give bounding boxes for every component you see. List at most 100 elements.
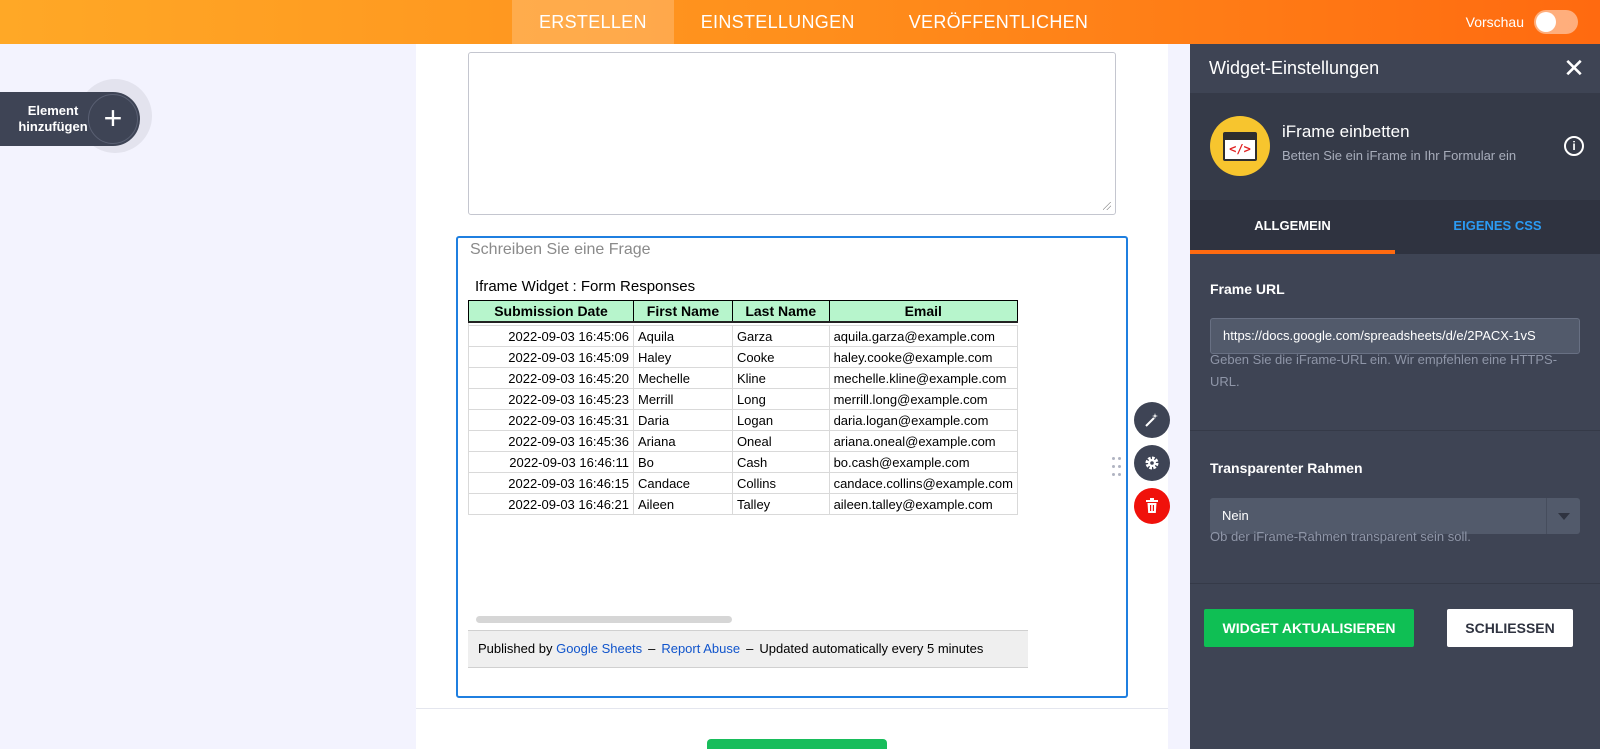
add-element-button[interactable]: Element hinzufügen + <box>0 79 152 153</box>
table-cell: 2022-09-03 16:46:21 <box>468 493 634 515</box>
text-area-field[interactable] <box>468 52 1116 215</box>
column-header: Email <box>828 300 1019 323</box>
footer-separator: – <box>746 641 754 656</box>
table-cell: candace.collins@example.com <box>828 472 1019 494</box>
table-cell: 2022-09-03 16:45:20 <box>468 367 634 389</box>
close-icon[interactable]: ✕ <box>1562 55 1586 81</box>
frame-url-help: Geben Sie die iFrame-URL ein. Wir empfeh… <box>1210 352 1558 389</box>
plus-icon[interactable]: + <box>88 94 138 144</box>
transparent-frame-help: Ob der iFrame-Rahmen transparent sein so… <box>1210 529 1471 544</box>
table-cell: Kline <box>731 367 830 389</box>
iframe-title: Iframe Widget : Form Responses <box>475 278 696 295</box>
table-cell: Aquila <box>633 325 733 347</box>
table-cell: bo.cash@example.com <box>828 451 1019 473</box>
table-cell: Daria <box>633 409 733 431</box>
update-widget-button[interactable]: WIDGET AKTUALISIEREN <box>1204 609 1414 647</box>
tab-erstellen[interactable]: ERSTELLEN <box>512 0 674 44</box>
sheet-footer: Published by Google Sheets – Report Abuse –… <box>468 630 1028 668</box>
table-cell: Aileen <box>633 493 733 515</box>
table-cell: ariana.oneal@example.com <box>828 430 1019 452</box>
code-icon: </> <box>1229 142 1251 156</box>
auto-update-text: Updated automatically every 5 minutes <box>759 641 984 656</box>
table-row: 2022-09-03 16:45:06 Aquila Garza aquila.gar… <box>468 325 1019 347</box>
iframe-widget-icon: </> <box>1210 116 1270 176</box>
widget-name: iFrame einbetten <box>1282 122 1410 141</box>
table-cell: aquila.garza@example.com <box>828 325 1019 347</box>
panel-header: Widget-Einstellungen <box>1190 44 1600 94</box>
transparent-frame-label: Transparenter Rahmen <box>1210 460 1363 476</box>
widget-info: </> iFrame einbetten Betten Sie ein iFra… <box>1190 94 1600 200</box>
tab-einstellungen[interactable]: EINSTELLUNGEN <box>674 0 882 44</box>
trash-icon[interactable] <box>1134 488 1170 524</box>
table-cell: aileen.talley@example.com <box>828 493 1019 515</box>
table-cell: Haley <box>633 346 733 368</box>
resize-grip-icon[interactable] <box>1103 202 1111 210</box>
table-header-row: Submission Date First Name Last Name Ema… <box>468 300 1019 323</box>
transparent-frame-value: Nein <box>1222 508 1249 523</box>
table-row: 2022-09-03 16:45:36 Ariana Oneal ariana.one… <box>468 430 1019 452</box>
table-cell: Cash <box>731 451 830 473</box>
table-cell: Bo <box>633 451 733 473</box>
table-cell: 2022-09-03 16:45:23 <box>468 388 634 410</box>
section-divider <box>1190 583 1600 584</box>
info-icon[interactable]: i <box>1564 136 1584 156</box>
table-row: 2022-09-03 16:45:20 Mechelle Kline mechelle… <box>468 367 1019 389</box>
table-cell: Logan <box>731 409 830 431</box>
table-cell: daria.logan@example.com <box>828 409 1019 431</box>
browser-window-icon: </> <box>1223 132 1257 161</box>
table-row: 2022-09-03 16:46:11 Bo Cash bo.cash@example… <box>468 451 1019 473</box>
iframe-widget-field[interactable]: Schreiben Sie eine Frage Iframe Widget :… <box>456 236 1128 698</box>
panel-tabs: ALLGEMEIN EIGENES CSS <box>1190 200 1600 254</box>
toggle-knob <box>1536 12 1556 32</box>
tab-eigenes-css[interactable]: EIGENES CSS <box>1395 200 1600 254</box>
page-divider <box>416 708 1168 709</box>
section-divider <box>1190 430 1600 431</box>
google-sheets-link[interactable]: Google Sheets <box>556 641 642 656</box>
widget-settings-panel: Widget-Einstellungen ✕ </> iFrame einbet… <box>1190 44 1600 749</box>
table-row: 2022-09-03 16:45:31 Daria Logan daria.logan… <box>468 409 1019 431</box>
table-cell: Mechelle <box>633 367 733 389</box>
column-header: Last Name <box>731 300 830 323</box>
footer-separator: – <box>648 641 656 656</box>
table-cell: 2022-09-03 16:46:11 <box>468 451 634 473</box>
submit-button[interactable] <box>707 739 887 749</box>
table-cell: 2022-09-03 16:45:06 <box>468 325 634 347</box>
top-bar: ERSTELLEN EINSTELLUNGEN VERÖFFENTLICHEN … <box>0 0 1600 44</box>
gear-icon[interactable] <box>1134 445 1170 481</box>
window-bar <box>1225 134 1255 140</box>
column-header: Submission Date <box>468 300 634 323</box>
column-header: First Name <box>633 300 733 323</box>
table-cell: 2022-09-03 16:46:15 <box>468 472 634 494</box>
preview-label: Vorschau <box>1465 14 1524 30</box>
table-row: 2022-09-03 16:46:21 Aileen Talley aileen.ta… <box>468 493 1019 515</box>
table-cell: Talley <box>731 493 830 515</box>
tab-veroeffentlichen[interactable]: VERÖFFENTLICHEN <box>882 0 1116 44</box>
tab-allgemein[interactable]: ALLGEMEIN <box>1190 200 1395 254</box>
table-cell: 2022-09-03 16:45:36 <box>468 430 634 452</box>
preview-toggle[interactable] <box>1534 10 1578 34</box>
table-row: 2022-09-03 16:46:15 Candace Collins candace… <box>468 472 1019 494</box>
table-cell: Long <box>731 388 830 410</box>
report-abuse-link[interactable]: Report Abuse <box>661 641 740 656</box>
table-cell: Garza <box>731 325 830 347</box>
table-row: 2022-09-03 16:45:23 Merrill Long merrill.lo… <box>468 388 1019 410</box>
published-by-text: Published by <box>478 641 553 656</box>
drag-handle-icon[interactable] <box>1112 457 1122 479</box>
table-cell: 2022-09-03 16:45:31 <box>468 409 634 431</box>
wand-icon[interactable] <box>1134 402 1170 438</box>
preview-control: Vorschau <box>1466 0 1578 44</box>
question-label[interactable]: Schreiben Sie eine Frage <box>470 241 651 259</box>
horizontal-scrollbar[interactable] <box>476 616 732 623</box>
close-button[interactable]: SCHLIESSEN <box>1447 609 1573 647</box>
table-cell: haley.cooke@example.com <box>828 346 1019 368</box>
table-cell: Oneal <box>731 430 830 452</box>
table-cell: Ariana <box>633 430 733 452</box>
form-page: Schreiben Sie eine Frage Iframe Widget :… <box>416 44 1170 749</box>
add-element-label: Element hinzufügen <box>18 103 88 134</box>
table-row: 2022-09-03 16:45:09 Haley Cooke haley.cooke… <box>468 346 1019 368</box>
table-cell: Merrill <box>633 388 733 410</box>
widget-description: Betten Sie ein iFrame in Ihr Formular ei… <box>1282 148 1517 163</box>
table-cell: Candace <box>633 472 733 494</box>
table-cell: Collins <box>731 472 830 494</box>
top-nav: ERSTELLEN EINSTELLUNGEN VERÖFFENTLICHEN <box>512 0 1115 44</box>
